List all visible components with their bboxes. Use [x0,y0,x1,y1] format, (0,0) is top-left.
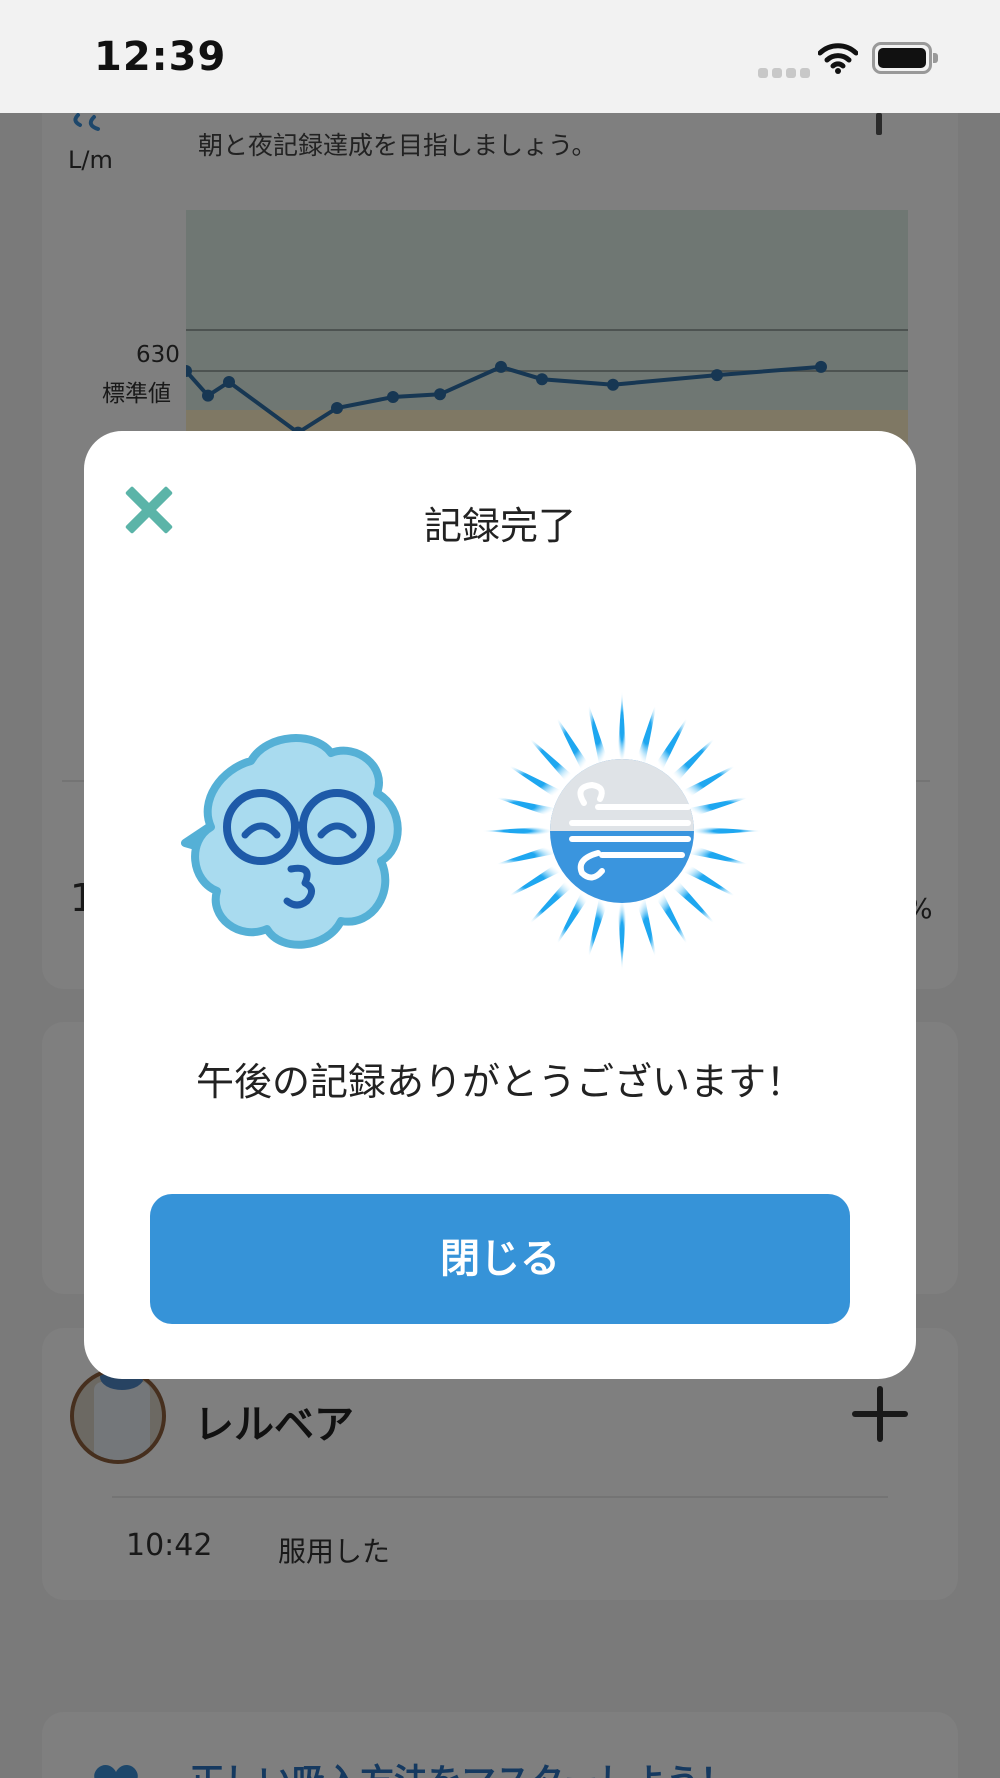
status-time: 12:39 [94,34,227,80]
peak-flow-badge-icon [482,691,762,971]
status-bar: 12:39 [0,0,1000,113]
dialog-title: 記録完了 [423,504,576,548]
dialog-message: 午後の記録ありがとうございます！ [195,1060,804,1104]
cellular-signal-icon [758,63,814,82]
wifi-icon [818,43,858,74]
mascot-cloud-icon [181,734,402,949]
battery-icon [872,42,938,74]
close-button[interactable]: 閉じる [150,1194,850,1324]
record-complete-dialog: 記録完了 午後の記録ありがとうございます！ 閉じる [84,431,916,1379]
